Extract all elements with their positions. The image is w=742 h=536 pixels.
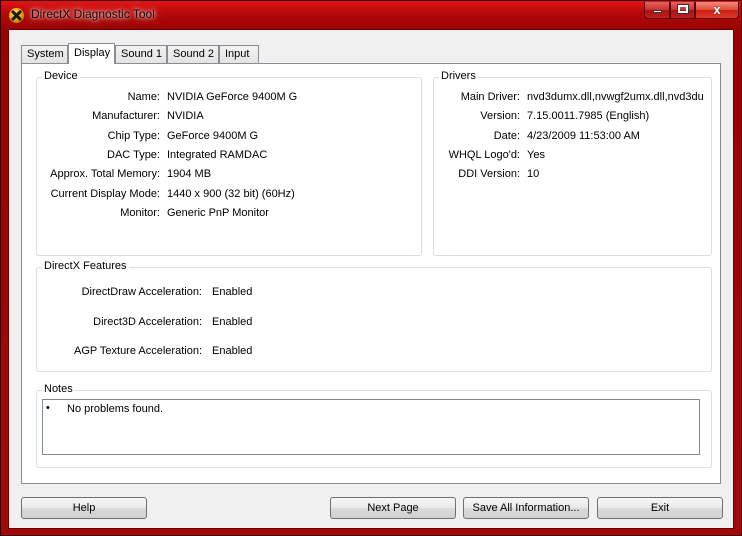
directdraw-label: DirectDraw Acceleration: [81, 286, 202, 298]
version-value: 7.15.0011.7985 (English) [527, 110, 650, 122]
manufacturer-value: NVIDIA [167, 110, 204, 122]
tab-sound-1[interactable]: Sound 1 [115, 45, 167, 63]
total-memory-label: Approx. Total Memory: [50, 168, 160, 180]
device-group: Device Name: NVIDIA GeForce 9400M G Manu… [36, 70, 422, 256]
monitor-value: Generic PnP Monitor [167, 207, 269, 219]
device-name-label: Name: [127, 91, 160, 103]
ddi-version-label: DDI Version: [458, 168, 520, 180]
close-button[interactable]: x [695, 2, 739, 19]
minimize-icon [652, 10, 662, 13]
features-group-title: DirectX Features [42, 260, 129, 272]
drivers-group: Drivers Main Driver: nvd3dumx.dll,nvwgf2… [433, 70, 712, 256]
whql-label: WHQL Logo'd: [448, 149, 520, 161]
maximize-icon [677, 5, 688, 13]
date-label: Date: [493, 130, 520, 142]
save-all-information-button[interactable]: Save All Information... [463, 497, 589, 519]
main-driver-value: nvd3dumx.dll,nvwgf2umx.dll,nvd3du [527, 91, 704, 103]
device-name-value: NVIDIA GeForce 9400M G [167, 91, 298, 103]
main-driver-label: Main Driver: [460, 91, 520, 103]
ddi-version-value: 10 [527, 168, 540, 180]
directdraw-value: Enabled [212, 286, 253, 298]
dialog-client-area: System Display Sound 1 Sound 2 Input Dev… [8, 29, 734, 529]
maximize-button[interactable] [670, 2, 695, 19]
display-mode-value: 1440 x 900 (32 bit) (60Hz) [167, 188, 295, 200]
chip-type-label: Chip Type: [107, 130, 160, 142]
agp-texture-value: Enabled [212, 345, 253, 357]
notes-group-title: Notes [42, 383, 75, 395]
note-item: No problems found. [67, 403, 163, 415]
directx-features-group: DirectX Features DirectDraw Acceleration… [36, 260, 712, 372]
close-icon: x [713, 2, 721, 17]
direct3d-value: Enabled [212, 316, 253, 328]
dac-type-label: DAC Type: [107, 149, 160, 161]
bullet-icon: • [46, 402, 50, 414]
version-label: Version: [480, 110, 520, 122]
exit-button[interactable]: Exit [597, 497, 723, 519]
drivers-group-title: Drivers [439, 70, 478, 82]
directx-diagnostic-window: DirectX Diagnostic Tool x System Display… [0, 0, 742, 536]
help-button[interactable]: Help [21, 497, 147, 519]
minimize-button[interactable] [644, 2, 670, 19]
next-page-button[interactable]: Next Page [330, 497, 456, 519]
direct3d-label: Direct3D Acceleration: [93, 316, 202, 328]
notes-textbox[interactable]: • No problems found. [42, 399, 700, 455]
manufacturer-label: Manufacturer: [92, 110, 160, 122]
tab-system[interactable]: System [21, 45, 68, 63]
tab-sound-2[interactable]: Sound 2 [167, 45, 219, 63]
display-tab-panel: Device Name: NVIDIA GeForce 9400M G Manu… [21, 63, 721, 484]
window-title: DirectX Diagnostic Tool [31, 7, 155, 21]
notes-group: Notes • No problems found. [36, 383, 712, 468]
title-bar[interactable]: DirectX Diagnostic Tool x [1, 1, 741, 29]
chip-type-value: GeForce 9400M G [167, 130, 259, 142]
dac-type-value: Integrated RAMDAC [167, 149, 268, 161]
device-group-title: Device [42, 70, 80, 82]
agp-texture-label: AGP Texture Acceleration: [74, 345, 202, 357]
display-mode-label: Current Display Mode: [50, 188, 160, 200]
tab-input[interactable]: Input [219, 45, 259, 63]
date-value: 4/23/2009 11:53:00 AM [527, 130, 640, 142]
monitor-label: Monitor: [120, 207, 160, 219]
total-memory-value: 1904 MB [167, 168, 212, 180]
whql-value: Yes [527, 149, 545, 161]
tab-display[interactable]: Display [68, 43, 115, 64]
directx-app-icon[interactable] [9, 8, 24, 23]
